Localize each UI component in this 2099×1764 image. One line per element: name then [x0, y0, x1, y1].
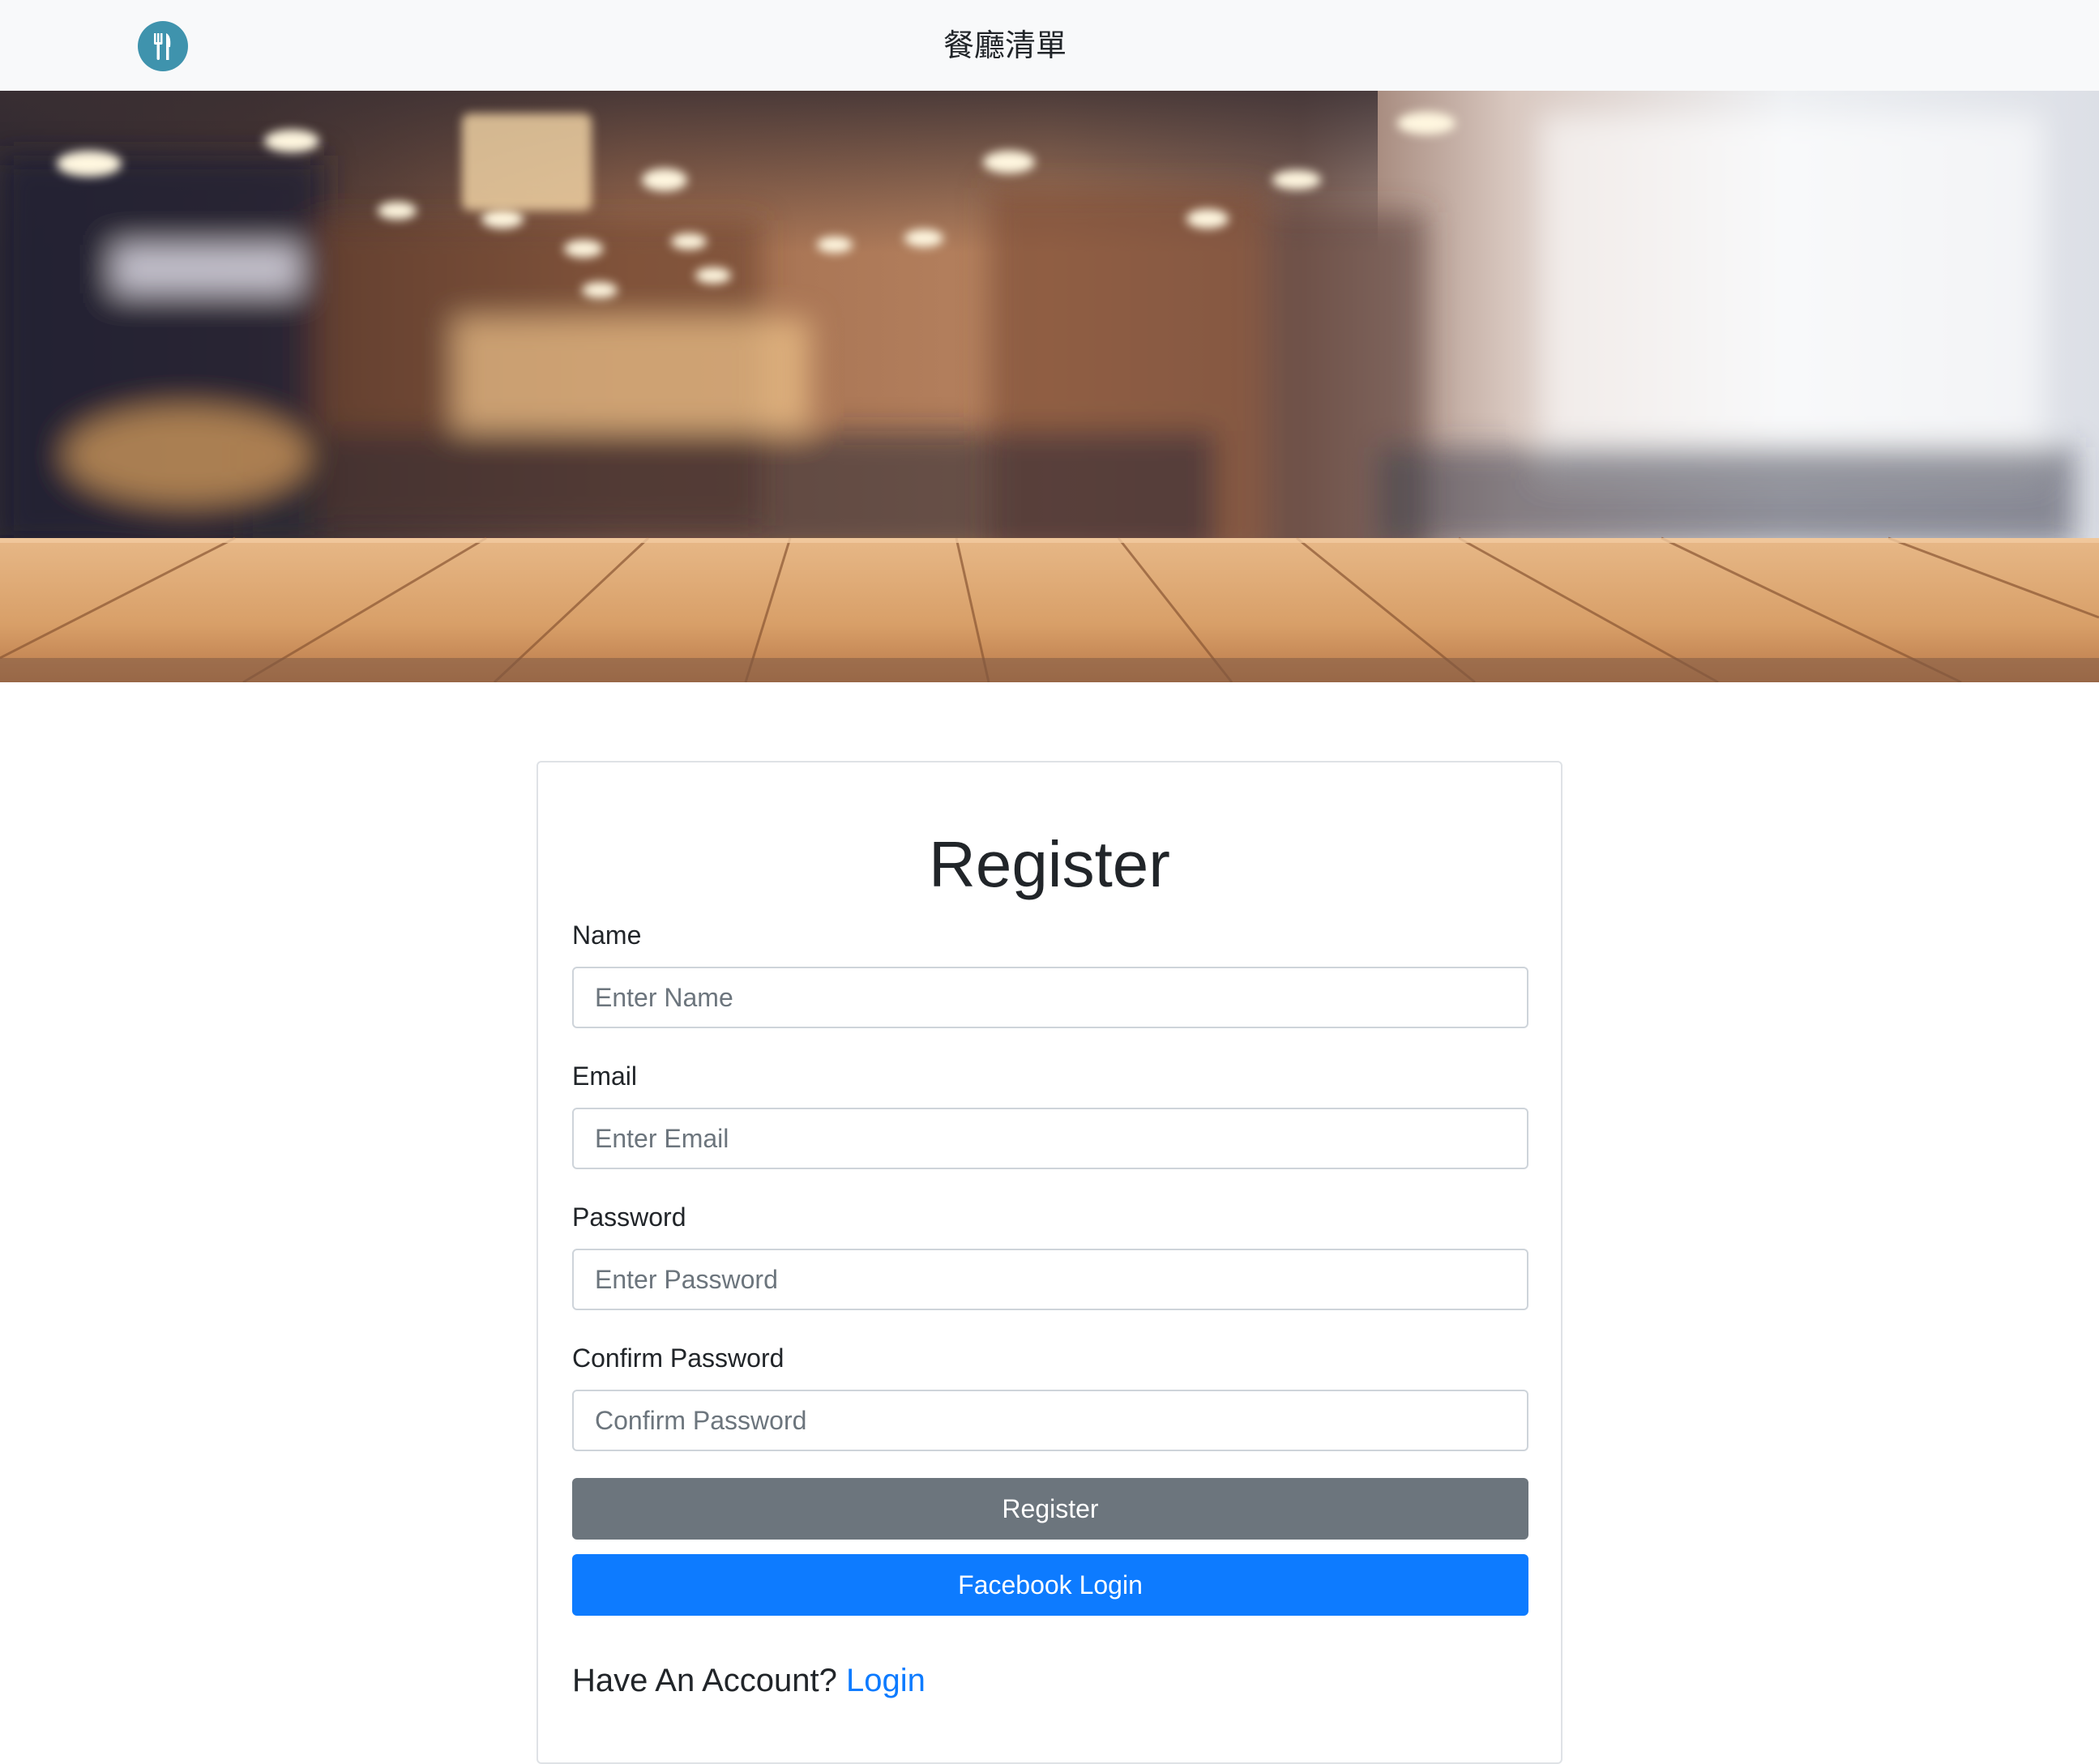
name-input[interactable]: [572, 967, 1528, 1028]
password-input[interactable]: [572, 1249, 1528, 1310]
confirm-password-input[interactable]: [572, 1390, 1528, 1451]
hero-banner: [0, 91, 2099, 682]
navbar: 餐廳清單: [0, 0, 2099, 91]
facebook-login-button[interactable]: Facebook Login: [572, 1554, 1528, 1616]
site-brand[interactable]: 餐廳清單: [900, 24, 1110, 66]
fork-knife-icon[interactable]: [138, 21, 188, 71]
email-input[interactable]: [572, 1108, 1528, 1169]
have-account-line: Have An Account? Login: [572, 1660, 926, 1701]
account-prompt: Have An Account?: [572, 1663, 837, 1698]
name-label: Name: [572, 920, 642, 950]
confirm-password-label: Confirm Password: [572, 1343, 784, 1373]
email-label: Email: [572, 1061, 638, 1091]
hero-image: [0, 91, 2099, 682]
register-card: Register Name Email Password Confirm Pas…: [537, 761, 1562, 1764]
register-button[interactable]: Register: [572, 1478, 1528, 1540]
form-title: Register: [929, 828, 1170, 900]
login-link[interactable]: Login: [846, 1663, 926, 1698]
password-label: Password: [572, 1202, 686, 1232]
